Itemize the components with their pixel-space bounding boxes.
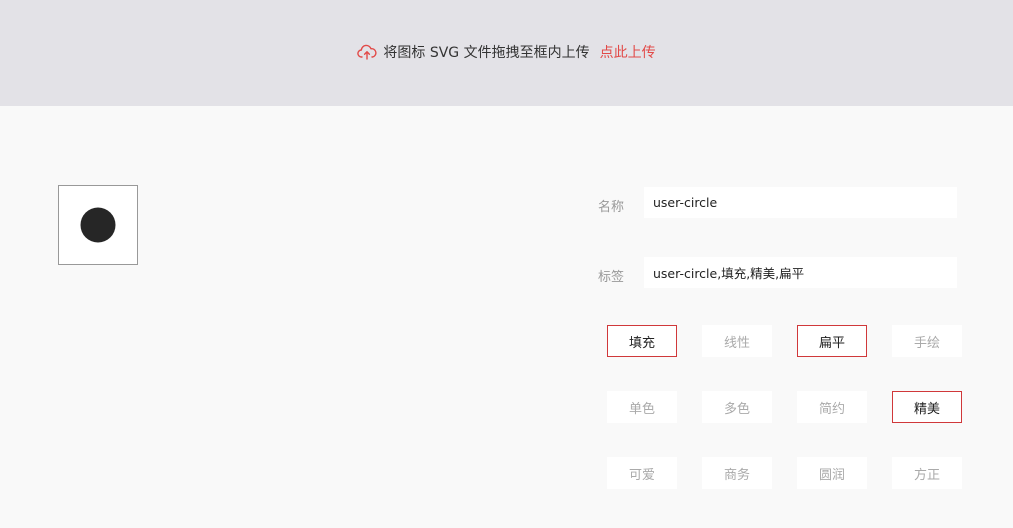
tag-option[interactable]: 多色 [702, 391, 772, 423]
tag-option[interactable]: 手绘 [892, 325, 962, 357]
cloud-upload-icon [357, 44, 377, 60]
tag-option[interactable]: 填充 [607, 325, 677, 357]
tags-label: 标签 [598, 270, 625, 285]
name-label: 名称 [598, 200, 625, 215]
upload-link[interactable]: 点此上传 [600, 42, 656, 62]
name-input[interactable] [644, 187, 957, 218]
tags-input[interactable] [644, 257, 957, 288]
tag-option[interactable]: 商务 [702, 457, 772, 489]
tag-option[interactable]: 方正 [892, 457, 962, 489]
tag-option[interactable]: 单色 [607, 391, 677, 423]
tag-option[interactable]: 线性 [702, 325, 772, 357]
tag-option[interactable]: 圆润 [797, 457, 867, 489]
tag-option[interactable]: 扁平 [797, 325, 867, 357]
tag-option[interactable]: 可爱 [607, 457, 677, 489]
user-circle-icon [80, 207, 116, 243]
tag-option[interactable]: 精美 [892, 391, 962, 423]
icon-preview [58, 185, 138, 265]
upload-dropzone[interactable]: 将图标 SVG 文件拖拽至框内上传 点此上传 [0, 0, 1013, 106]
upload-prompt: 将图标 SVG 文件拖拽至框内上传 点此上传 [357, 42, 656, 62]
tag-option[interactable]: 简约 [797, 391, 867, 423]
upload-instruction: 将图标 SVG 文件拖拽至框内上传 [383, 45, 590, 61]
